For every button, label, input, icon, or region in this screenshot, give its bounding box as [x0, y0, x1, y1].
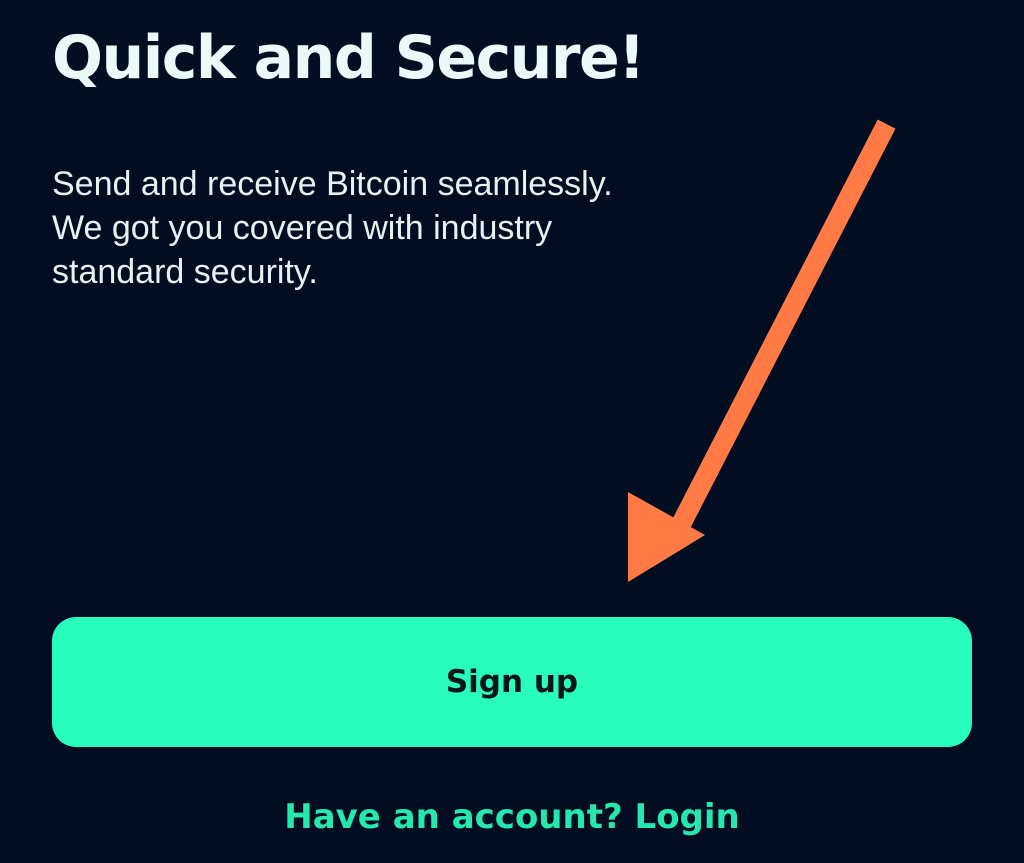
security-description: Send and receive Bitcoin seamlessly. We …	[52, 162, 692, 294]
arrow-head	[628, 492, 705, 582]
page-title: Quick and Secure!	[52, 23, 646, 93]
login-link[interactable]: Have an account? Login	[0, 792, 1024, 842]
description-line-3: standard security.	[52, 253, 318, 291]
onboarding-screen: Quick and Secure! Send and receive Bitco…	[0, 0, 1024, 863]
arrow-shaft	[661, 119, 896, 550]
sign-up-button[interactable]: Sign up	[52, 617, 972, 747]
description-line-1: Send and receive Bitcoin seamlessly.	[52, 165, 613, 203]
description-line-2: We got you covered with industry	[52, 209, 553, 247]
